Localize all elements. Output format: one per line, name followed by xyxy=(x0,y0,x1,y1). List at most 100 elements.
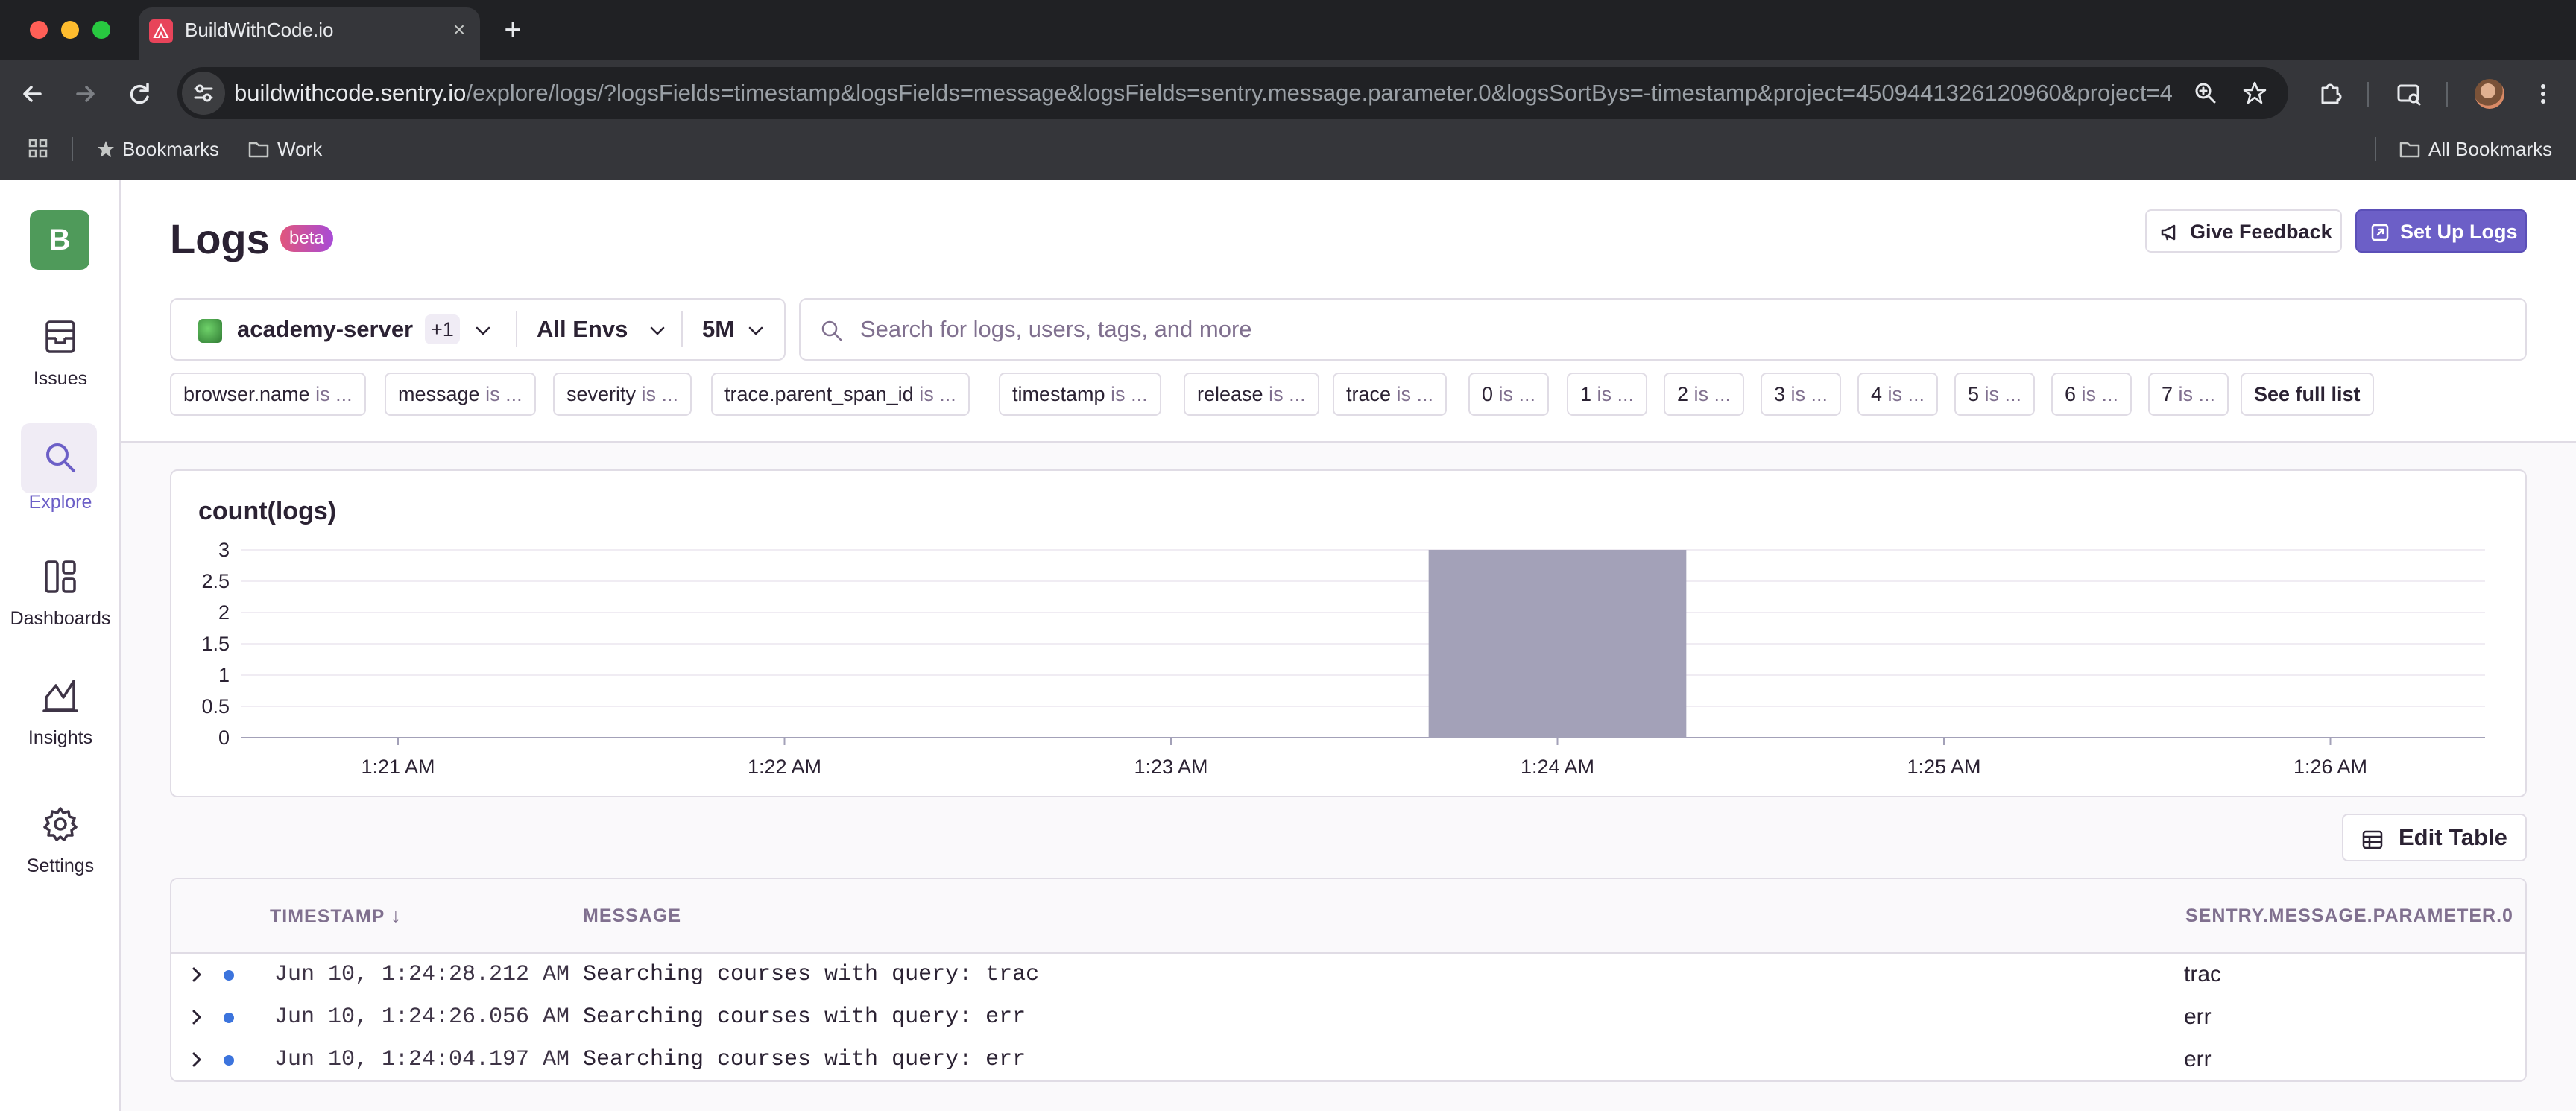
page-filter-bar: academy-server +1 All Envs 5M xyxy=(170,298,786,361)
severity-indicator xyxy=(224,970,234,981)
apps-grid-icon[interactable] xyxy=(27,137,49,159)
give-feedback-button[interactable]: Give Feedback xyxy=(2145,209,2342,253)
filter-chip[interactable]: trace is ... xyxy=(1333,373,1448,416)
bookmark-star-icon[interactable] xyxy=(2241,79,2269,107)
chevron-right-icon[interactable] xyxy=(188,966,206,984)
filter-chip[interactable]: severity is ... xyxy=(553,373,692,416)
filter-chip[interactable]: trace.parent_span_id is ... xyxy=(711,373,970,416)
tab-search-icon[interactable] xyxy=(2394,79,2424,109)
filter-chip[interactable]: timestamp is ... xyxy=(999,373,1161,416)
filter-chip[interactable]: release is ... xyxy=(1184,373,1319,416)
issues-icon xyxy=(45,320,75,353)
forward-icon[interactable] xyxy=(67,76,103,112)
megaphone-icon xyxy=(2161,224,2176,241)
profile-avatar[interactable] xyxy=(2475,79,2504,109)
sidebar-item-dashboards[interactable]: Dashboards xyxy=(0,556,121,630)
environment-selector[interactable]: All Envs xyxy=(517,300,681,359)
see-full-list-button[interactable]: See full list xyxy=(2241,373,2374,416)
column-header-parameter-0[interactable]: SENTRY.MESSAGE.PARAMETER.0 xyxy=(2185,905,2513,927)
window-maximize-button[interactable] xyxy=(92,21,110,39)
bookmark-bookmarks[interactable]: Bookmarks xyxy=(95,137,219,161)
filter-chip[interactable]: browser.name is ... xyxy=(170,373,366,416)
filter-chip[interactable]: 0 is ... xyxy=(1468,373,1550,416)
dashboards-icon xyxy=(45,560,76,593)
y-tick-label: 2 xyxy=(218,601,230,624)
star-icon xyxy=(98,141,114,157)
sidebar-item-explore[interactable]: Explore xyxy=(0,437,121,513)
all-bookmarks-button[interactable]: All Bookmarks xyxy=(2399,137,2552,161)
table-row[interactable]: Jun 10, 1:24:26.056 AM Searching courses… xyxy=(171,996,2525,1039)
chevron-down-icon xyxy=(748,326,763,335)
cell-timestamp: Jun 10, 1:24:04.197 AM xyxy=(274,1047,570,1072)
url-text[interactable]: buildwithcode.sentry.io/explore/logs/?lo… xyxy=(234,80,2172,107)
sidebar-item-issues[interactable]: Issues xyxy=(0,316,121,390)
window-close-button[interactable] xyxy=(30,21,48,39)
cell-timestamp: Jun 10, 1:24:28.212 AM xyxy=(274,962,570,987)
edit-table-button[interactable]: Edit Table xyxy=(2342,814,2527,861)
cell-message: Searching courses with query: err xyxy=(583,1047,1026,1072)
filter-chip[interactable]: 1 is ... xyxy=(1567,373,1648,416)
org-avatar[interactable]: B xyxy=(30,210,89,270)
sidebar-item-insights[interactable]: Insights xyxy=(0,675,121,749)
zoom-icon[interactable] xyxy=(2191,79,2220,107)
filter-chip[interactable]: 5 is ... xyxy=(1954,373,2036,416)
new-tab-icon[interactable]: + xyxy=(498,15,528,45)
filter-chip[interactable]: 2 is ... xyxy=(1664,373,1745,416)
time-period-selector[interactable]: 5M xyxy=(683,300,784,359)
sort-descending-icon: ↓ xyxy=(390,904,402,927)
y-tick-label: 1 xyxy=(218,664,230,686)
sidebar-item-label: Issues xyxy=(33,368,88,389)
sidebar-item-label: Settings xyxy=(26,855,95,876)
project-count-badge: +1 xyxy=(425,314,460,344)
filter-chip[interactable]: 7 is ... xyxy=(2148,373,2229,416)
tab-title: BuildWithCode.io xyxy=(185,19,334,41)
cell-parameter-0: trac xyxy=(2184,962,2222,987)
y-tick-label: 0.5 xyxy=(201,695,230,718)
table-header: TIMESTAMP ↓ MESSAGE SENTRY.MESSAGE.PARAM… xyxy=(171,879,2525,954)
sidebar-item-settings[interactable]: Settings xyxy=(0,803,121,877)
search-input[interactable] xyxy=(860,310,2500,349)
folder-icon xyxy=(2399,142,2420,158)
y-tick-label: 3 xyxy=(218,539,230,561)
severity-indicator xyxy=(224,1055,234,1066)
project-icon xyxy=(198,319,222,343)
project-selector[interactable]: academy-server +1 xyxy=(171,300,514,359)
table-row[interactable]: Jun 10, 1:24:04.197 AM Searching courses… xyxy=(171,1039,2525,1080)
back-icon[interactable] xyxy=(15,76,51,112)
chevron-down-icon xyxy=(650,326,665,335)
extensions-icon[interactable] xyxy=(2315,79,2345,109)
table-row[interactable]: Jun 10, 1:24:28.212 AM Searching courses… xyxy=(171,954,2525,996)
x-tick-label: 1:25 AM xyxy=(1907,756,1980,778)
set-up-logs-button[interactable]: Set Up Logs xyxy=(2355,209,2527,253)
beta-badge: beta xyxy=(280,225,333,252)
filter-chip[interactable]: 6 is ... xyxy=(2051,373,2133,416)
filter-chip[interactable]: 4 is ... xyxy=(1857,373,1939,416)
folder-icon xyxy=(248,142,269,158)
y-tick-label: 1.5 xyxy=(201,633,230,655)
chevron-right-icon[interactable] xyxy=(188,1008,206,1026)
cell-message: Searching courses with query: trac xyxy=(583,962,1040,987)
y-tick-label: 2.5 xyxy=(201,570,230,592)
tab-strip: BuildWithCode.io × + xyxy=(0,0,2576,60)
window-minimize-button[interactable] xyxy=(61,21,79,39)
cell-message: Searching courses with query: err xyxy=(583,1004,1026,1030)
filter-chip[interactable]: 3 is ... xyxy=(1761,373,1842,416)
column-header-message[interactable]: MESSAGE xyxy=(583,905,681,927)
search-icon xyxy=(821,320,842,341)
x-tick-label: 1:24 AM xyxy=(1521,756,1594,778)
x-tick-label: 1:21 AM xyxy=(361,756,435,778)
toolbar-divider xyxy=(2446,82,2448,107)
filter-chip[interactable]: message is ... xyxy=(385,373,536,416)
more-menu-icon[interactable] xyxy=(2528,79,2558,109)
reload-icon[interactable] xyxy=(122,76,158,112)
bookmark-divider xyxy=(72,137,73,161)
open-external-icon xyxy=(2371,224,2389,241)
insights-icon xyxy=(42,680,78,712)
site-info-button[interactable] xyxy=(182,72,225,115)
gear-icon xyxy=(43,807,78,841)
tab-close-icon[interactable]: × xyxy=(446,16,473,43)
bookmark-work[interactable]: Work xyxy=(247,137,322,161)
column-header-timestamp[interactable]: TIMESTAMP ↓ xyxy=(270,905,402,928)
tune-icon xyxy=(194,84,213,102)
chevron-right-icon[interactable] xyxy=(188,1051,206,1069)
